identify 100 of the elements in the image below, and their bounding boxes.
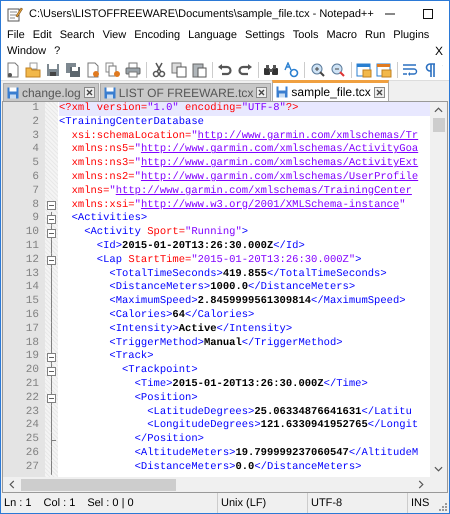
fold-toggle-icon[interactable] <box>47 256 56 266</box>
file-tab[interactable]: LIST OF FREEWARE.tcx <box>100 83 272 101</box>
code-line: <Position> <box>134 392 199 406</box>
code-line: <DistanceMeters>1000.0</DistanceMeters> <box>108 281 356 295</box>
code-line: <Calories>64</Calories> <box>108 308 256 323</box>
line-number: 18 <box>26 336 39 350</box>
menu-item[interactable]: ? <box>54 45 60 57</box>
fold-toggle-icon[interactable] <box>47 214 56 224</box>
fold-toggle-icon[interactable] <box>47 200 56 210</box>
fold-toggle-icon[interactable] <box>47 352 56 362</box>
replace-icon[interactable] <box>283 62 300 78</box>
save-icon[interactable] <box>45 62 61 78</box>
status-text: Col : 1 <box>44 497 76 509</box>
code-link[interactable]: http://www.garmin.com/xmlschemas/TrainingCenter <box>116 184 412 197</box>
code-line: <Trackpoint> <box>121 364 199 378</box>
close-tab-icon[interactable] <box>256 87 268 98</box>
line-number: 26 <box>26 446 39 461</box>
code-line: <Intensity>Active</Intensity> <box>108 322 294 337</box>
line-number: 7 <box>32 184 39 199</box>
status-text: INS <box>411 497 430 509</box>
code-link[interactable]: http://www.garmin.com/xmlschemas/Tr <box>198 130 418 142</box>
scroll-down-icon[interactable] <box>434 466 443 472</box>
zoom-out-icon[interactable] <box>330 62 346 78</box>
close-file-icon[interactable] <box>85 62 101 78</box>
menu-item[interactable]: Window <box>7 45 46 57</box>
menu-item[interactable]: Plugins <box>393 29 430 41</box>
menu-item[interactable]: Edit <box>32 29 52 41</box>
binoculars-icon[interactable] <box>263 62 280 78</box>
code-line: <LongitudeDegrees>121.6330941952765</Longit <box>146 419 420 433</box>
status-text: UTF-8 <box>311 497 342 509</box>
menu-item[interactable]: View <box>102 29 126 41</box>
sync-vertical-icon[interactable] <box>356 62 372 78</box>
file-tab[interactable]: change.log <box>3 83 99 101</box>
code-link[interactable]: http://www.garmin.com/xmlschemas/ActivityExt <box>140 157 418 170</box>
code-link[interactable]: http://www.garmin.com/xmlschemas/ActivityGoa <box>140 143 418 156</box>
new-file-icon[interactable] <box>5 62 21 78</box>
code-line: xmlns:ns5="http://www.garmin.com/xmlschemas/ActivityGoa <box>70 143 420 157</box>
line-number: 11 <box>26 240 39 254</box>
line-number: 2 <box>32 116 39 130</box>
notepad-icon <box>7 6 23 22</box>
sync-horizontal-icon[interactable] <box>376 62 392 78</box>
code-line: xmlns:ns3="http://www.garmin.com/xmlschemas/ActivityExt <box>70 157 420 171</box>
fold-toggle-icon[interactable] <box>47 228 56 238</box>
menu-item[interactable]: Search <box>60 29 95 41</box>
menu-item[interactable]: Tools <box>292 29 318 41</box>
line-number: 9 <box>32 212 39 226</box>
line-number: 24 <box>26 419 39 434</box>
word-wrap-icon[interactable] <box>402 62 418 78</box>
copy-icon[interactable] <box>171 62 188 78</box>
fold-toggle-icon[interactable] <box>47 366 56 376</box>
line-number: 22 <box>26 392 39 406</box>
code-line: <TrainingCenterDatabase <box>59 116 205 130</box>
line-number: 3 <box>32 130 39 144</box>
menu-item[interactable]: Language <box>188 29 238 41</box>
menu-item[interactable]: Run <box>365 29 386 41</box>
menu-item[interactable]: Encoding <box>134 29 180 41</box>
code-link[interactable]: http://www.garmin.com/xmlschemas/UserProfile <box>140 170 418 183</box>
scroll-thumb[interactable] <box>21 478 176 490</box>
code-line: <Track> <box>108 350 155 364</box>
line-number: 5 <box>32 157 39 171</box>
undo-icon[interactable] <box>217 62 234 78</box>
redo-icon[interactable] <box>237 62 254 78</box>
line-number: 27 <box>26 460 39 475</box>
line-number: 19 <box>26 350 39 364</box>
close-tab-icon[interactable] <box>374 86 385 98</box>
close-all-icon[interactable] <box>105 62 121 78</box>
close-tab-icon[interactable] <box>84 87 95 98</box>
menu-item[interactable]: Settings <box>245 29 285 41</box>
line-number: 17 <box>26 322 39 337</box>
line-number: 16 <box>26 308 39 323</box>
code-line: xmlns:xsi="http://www.w3.org/2001/XMLSchema-instance" <box>70 198 407 212</box>
menu-item[interactable]: File <box>7 29 25 41</box>
code-link[interactable]: http://www.w3.org/2001/XMLSchema-instance <box>140 198 400 211</box>
code-line: <Time>2015-01-20T13:26:30.000Z</Time> <box>134 378 369 392</box>
window-title: C:\Users\LISTOFFREEWARE\Documents\sample_file.tcx - Notepad++ <box>29 8 374 20</box>
scroll-left-icon[interactable] <box>9 480 15 489</box>
paste-icon[interactable] <box>191 62 208 78</box>
code-line: </Position> <box>134 433 205 447</box>
line-number: 23 <box>26 406 39 420</box>
maximize-icon[interactable] <box>422 8 434 20</box>
menu-item[interactable]: Macro <box>326 29 358 41</box>
zoom-in-icon[interactable] <box>310 62 326 78</box>
line-number: 25 <box>26 433 39 447</box>
close-document-button[interactable]: X <box>434 44 443 58</box>
cut-icon[interactable] <box>151 62 168 78</box>
file-tab[interactable]: sample_file.tcx <box>272 80 389 101</box>
status-text: Unix (LF) <box>221 497 266 509</box>
status-text: Ln : 1 <box>4 497 32 509</box>
code-line: xsi:schemaLocation="http://www.garmin.com/xmlschemas/Tr <box>70 130 420 143</box>
line-number: 6 <box>32 170 39 185</box>
code-line: <Activity Sport="Running"> <box>83 226 250 240</box>
save-all-icon[interactable] <box>65 62 81 78</box>
scroll-up-icon[interactable] <box>434 107 443 113</box>
scroll-right-icon[interactable] <box>418 480 424 489</box>
fold-toggle-icon[interactable] <box>47 394 56 404</box>
resize-grip-icon[interactable] <box>437 501 447 511</box>
code-line: <TriggerMethod>Manual</TriggerMethod> <box>108 336 344 350</box>
code-line: <TotalTimeSeconds>419.855</TotalTimeSeconds> <box>108 268 388 281</box>
print-icon[interactable] <box>125 62 141 78</box>
scroll-thumb[interactable] <box>432 118 444 132</box>
